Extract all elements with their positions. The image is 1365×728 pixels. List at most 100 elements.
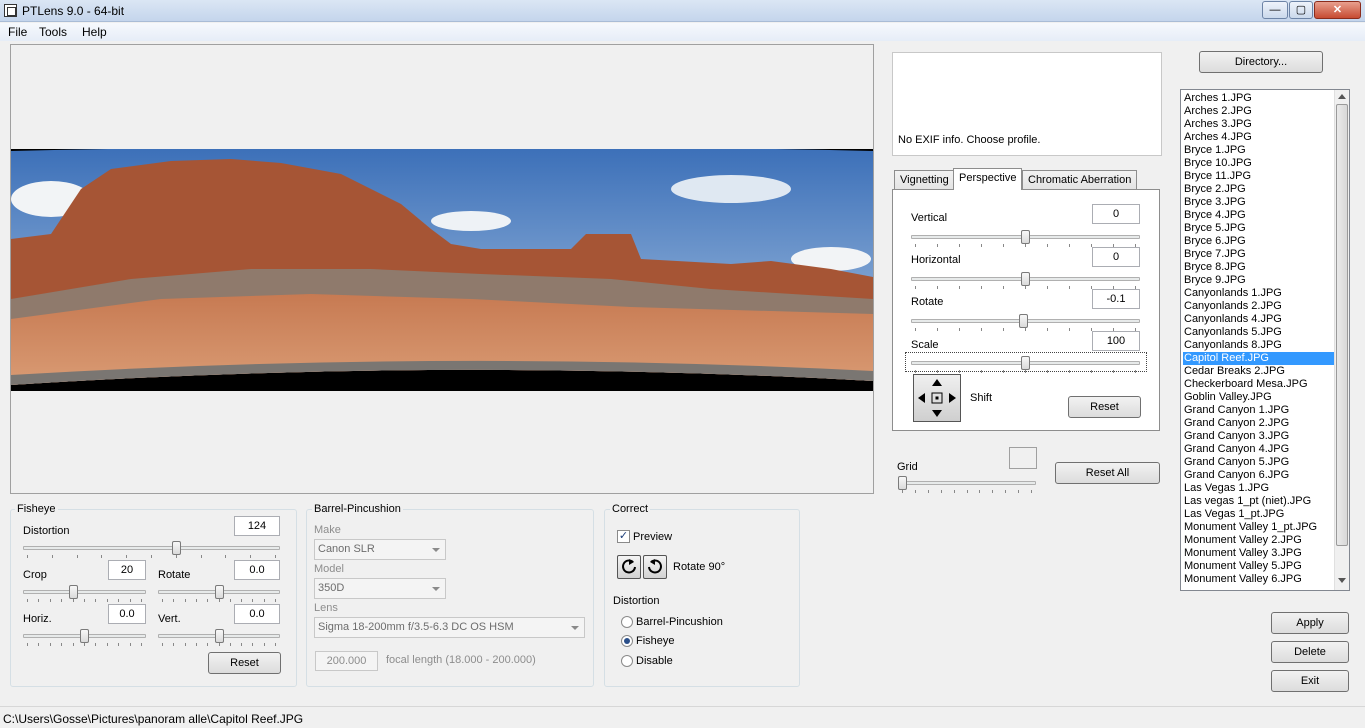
tab-chromatic-aberration[interactable]: Chromatic Aberration: [1022, 170, 1138, 190]
file-list-item[interactable]: Bryce 4.JPG: [1183, 209, 1334, 222]
shift-pad[interactable]: [913, 374, 961, 422]
file-list-scrollbar[interactable]: [1334, 90, 1349, 590]
rotate-slider[interactable]: [911, 313, 1140, 331]
file-list-item[interactable]: Bryce 2.JPG: [1183, 183, 1334, 196]
file-list-item[interactable]: Bryce 1.JPG: [1183, 144, 1334, 157]
slider-thumb[interactable]: [1021, 230, 1030, 244]
delete-button[interactable]: Delete: [1271, 641, 1349, 663]
model-select[interactable]: 350D: [314, 578, 446, 599]
vert-slider[interactable]: [158, 628, 280, 646]
lens-select[interactable]: Sigma 18-200mm f/3.5-6.3 DC OS HSM: [314, 617, 585, 638]
menu-file[interactable]: File: [8, 25, 27, 39]
apply-button[interactable]: Apply: [1271, 612, 1349, 634]
focal-length-input[interactable]: 200.000: [315, 651, 378, 671]
file-list-item[interactable]: Bryce 3.JPG: [1183, 196, 1334, 209]
close-button[interactable]: ✕: [1314, 1, 1361, 19]
minimize-button[interactable]: —: [1262, 1, 1288, 19]
horiz-input[interactable]: 0.0: [108, 604, 146, 624]
make-select[interactable]: Canon SLR: [314, 539, 446, 560]
scroll-thumb[interactable]: [1336, 104, 1348, 546]
file-list[interactable]: Arches 1.JPG Arches 2.JPG Arches 3.JPG Arch…: [1180, 89, 1350, 591]
maximize-button[interactable]: ▢: [1289, 1, 1313, 19]
file-list-item[interactable]: Grand Canyon 3.JPG: [1183, 430, 1334, 443]
file-list-item[interactable]: Las Vegas 1.JPG: [1183, 482, 1334, 495]
file-list-item[interactable]: Monument Valley 1_pt.JPG: [1183, 521, 1334, 534]
menu-tools[interactable]: Tools: [39, 25, 67, 39]
slider-thumb[interactable]: [1021, 356, 1030, 370]
slider-thumb[interactable]: [1021, 272, 1030, 286]
tab-vignetting[interactable]: Vignetting: [894, 170, 955, 190]
file-list-item[interactable]: Canyonlands 5.JPG: [1183, 326, 1334, 339]
file-list-item[interactable]: Cedar Breaks 2.JPG: [1183, 365, 1334, 378]
file-list-item[interactable]: Grand Canyon 5.JPG: [1183, 456, 1334, 469]
scale-slider[interactable]: [911, 355, 1140, 373]
fisheye-reset-button[interactable]: Reset: [208, 652, 281, 674]
file-list-item[interactable]: Grand Canyon 2.JPG: [1183, 417, 1334, 430]
slider-thumb[interactable]: [172, 541, 181, 555]
file-list-item[interactable]: Bryce 6.JPG: [1183, 235, 1334, 248]
file-list-item[interactable]: Capitol Reef.JPG: [1183, 352, 1334, 365]
slider-thumb[interactable]: [1019, 314, 1028, 328]
file-list-item[interactable]: Canyonlands 4.JPG: [1183, 313, 1334, 326]
file-list-item[interactable]: Canyonlands 2.JPG: [1183, 300, 1334, 313]
slider-thumb[interactable]: [898, 476, 907, 490]
rotate-input[interactable]: -0.1: [1092, 289, 1140, 309]
file-list-item[interactable]: Monument Valley 3.JPG: [1183, 547, 1334, 560]
rotate-right-button[interactable]: [643, 555, 667, 579]
file-list-item[interactable]: Bryce 7.JPG: [1183, 248, 1334, 261]
file-list-item[interactable]: Bryce 8.JPG: [1183, 261, 1334, 274]
crop-slider[interactable]: [23, 584, 146, 602]
file-list-item[interactable]: Grand Canyon 1.JPG: [1183, 404, 1334, 417]
horiz-slider[interactable]: [23, 628, 146, 646]
tab-perspective[interactable]: Perspective: [953, 168, 1023, 190]
title-bar[interactable]: PTLens 9.0 - 64-bit — ▢ ✕: [0, 0, 1365, 22]
slider-thumb[interactable]: [69, 585, 78, 599]
grid-slider[interactable]: [898, 475, 1036, 493]
directory-button[interactable]: Directory...: [1199, 51, 1323, 73]
file-list-item[interactable]: Las Vegas 1_pt.JPG: [1183, 508, 1334, 521]
file-list-item[interactable]: Grand Canyon 4.JPG: [1183, 443, 1334, 456]
distortion-input[interactable]: 124: [234, 516, 280, 536]
scale-input[interactable]: 100: [1092, 331, 1140, 351]
vert-input[interactable]: 0.0: [234, 604, 280, 624]
slider-thumb[interactable]: [215, 629, 224, 643]
file-list-item[interactable]: Monument Valley 5.JPG: [1183, 560, 1334, 573]
reset-all-button[interactable]: Reset All: [1055, 462, 1160, 484]
file-list-item[interactable]: Bryce 11.JPG: [1183, 170, 1334, 183]
vertical-slider[interactable]: [911, 229, 1140, 247]
preview-checkbox[interactable]: ✓: [617, 530, 630, 543]
image-preview[interactable]: [10, 44, 874, 494]
file-list-item[interactable]: Bryce 5.JPG: [1183, 222, 1334, 235]
scroll-down-icon[interactable]: [1338, 578, 1346, 583]
radio-barrel-pincushion[interactable]: [621, 616, 633, 628]
file-list-item[interactable]: Canyonlands 1.JPG: [1183, 287, 1334, 300]
vertical-input[interactable]: 0: [1092, 204, 1140, 224]
file-list-item[interactable]: Grand Canyon 6.JPG: [1183, 469, 1334, 482]
menu-help[interactable]: Help: [82, 25, 107, 39]
radio-fisheye[interactable]: [621, 635, 633, 647]
fisheye-rotate-slider[interactable]: [158, 584, 280, 602]
radio-disable[interactable]: [621, 655, 633, 667]
distortion-slider[interactable]: [23, 540, 280, 558]
scroll-up-icon[interactable]: [1338, 94, 1346, 99]
file-list-item[interactable]: Bryce 9.JPG: [1183, 274, 1334, 287]
file-list-item[interactable]: Bryce 10.JPG: [1183, 157, 1334, 170]
file-list-item[interactable]: Checkerboard Mesa.JPG: [1183, 378, 1334, 391]
file-list-item[interactable]: Monument Valley 2.JPG: [1183, 534, 1334, 547]
fisheye-rotate-input[interactable]: 0.0: [234, 560, 280, 580]
crop-input[interactable]: 20: [108, 560, 146, 580]
file-list-item[interactable]: Arches 2.JPG: [1183, 105, 1334, 118]
file-list-item[interactable]: Goblin Valley.JPG: [1183, 391, 1334, 404]
slider-thumb[interactable]: [215, 585, 224, 599]
perspective-reset-button[interactable]: Reset: [1068, 396, 1141, 418]
slider-thumb[interactable]: [80, 629, 89, 643]
exit-button[interactable]: Exit: [1271, 670, 1349, 692]
grid-color-swatch[interactable]: [1009, 447, 1037, 469]
file-list-item[interactable]: Arches 4.JPG: [1183, 131, 1334, 144]
horizontal-input[interactable]: 0: [1092, 247, 1140, 267]
horizontal-slider[interactable]: [911, 271, 1140, 289]
file-list-item[interactable]: Arches 3.JPG: [1183, 118, 1334, 131]
file-list-item[interactable]: Monument Valley 6.JPG: [1183, 573, 1334, 586]
file-list-item[interactable]: Arches 1.JPG: [1183, 92, 1334, 105]
rotate-left-button[interactable]: [617, 555, 641, 579]
